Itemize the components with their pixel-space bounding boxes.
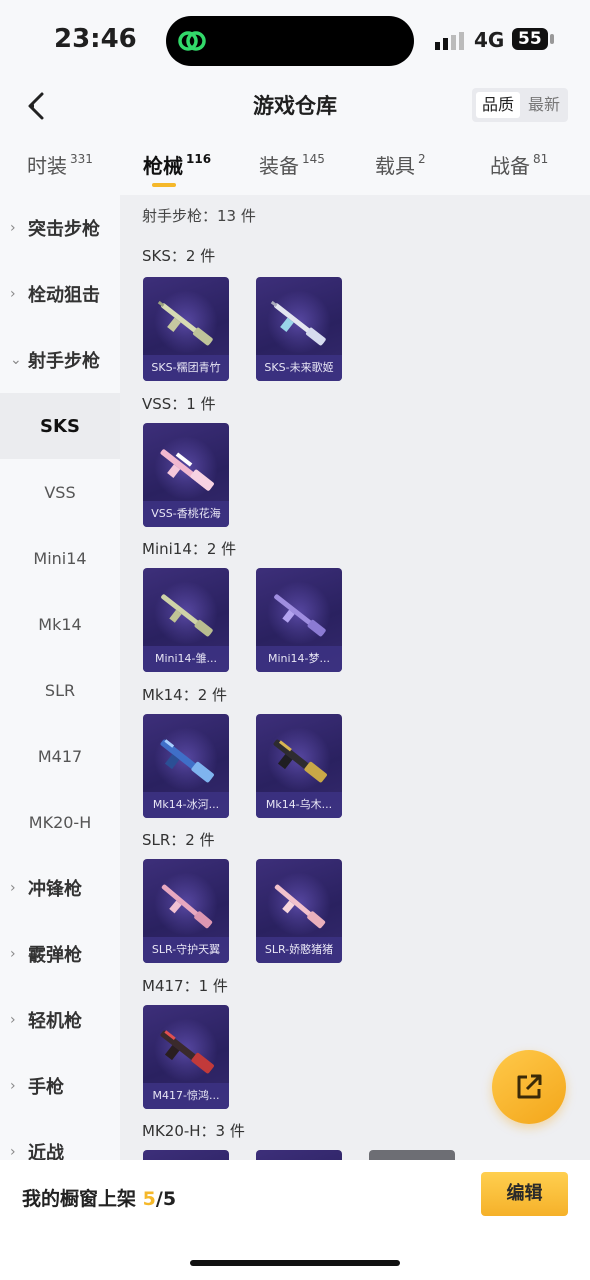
sidebar-item-label: 冲锋枪 xyxy=(28,879,82,900)
sidebar-item-label: 近战 xyxy=(28,1143,64,1160)
weapon-list: 射手步枪：13 件 SKS：2 件 SKS-糯团青竹 SKS-未来歌姬 VSS：… xyxy=(120,195,590,1160)
sidebar-item-sks[interactable]: SKS xyxy=(0,393,120,459)
group-title-mk14: Mk14：2 件 xyxy=(142,686,228,704)
rifle-icon xyxy=(274,594,326,637)
sidebar-item-label: 突击步枪 xyxy=(28,219,100,240)
rifle-icon xyxy=(160,1030,214,1074)
external-link-icon xyxy=(517,1074,542,1099)
rifle-icon xyxy=(273,739,327,783)
sidebar-item-mk20h[interactable]: MK20-H xyxy=(0,789,120,855)
weapon-card[interactable]: SLR-娇憨猪猪 xyxy=(256,859,342,963)
weapon-card[interactable]: SLR-守护天翼 xyxy=(143,859,229,963)
weapon-card[interactable]: M417-惊鸿... xyxy=(143,1005,229,1109)
weapon-card-label: SLR-娇憨猪猪 xyxy=(256,937,342,963)
sidebar-item-dmr[interactable]: ⌄ 射手步枪 xyxy=(0,327,120,393)
sidebar-item-m417[interactable]: M417 xyxy=(0,723,120,789)
sidebar-item-lmg[interactable]: › 轻机枪 xyxy=(0,987,120,1053)
category-tabs: 时装 331 枪械 116 装备 145 载具 2 战备 81 xyxy=(0,130,590,195)
chevron-right-icon: › xyxy=(10,1012,16,1028)
sidebar-item-shotgun[interactable]: › 霰弹枪 xyxy=(0,921,120,987)
active-tab-indicator xyxy=(152,183,176,187)
weapon-card-label: Mini14-雏... xyxy=(143,646,229,672)
nav-header: 游戏仓库 品质 最新 xyxy=(0,80,590,130)
chevron-right-icon: › xyxy=(10,1144,16,1160)
sidebar-item-pistol[interactable]: › 手枪 xyxy=(0,1053,120,1119)
app-logo-icon xyxy=(178,31,206,51)
rifle-icon xyxy=(160,739,214,783)
weapon-card[interactable] xyxy=(143,1150,229,1160)
weapon-card-label: M417-惊鸿... xyxy=(143,1083,229,1109)
tab-guns[interactable]: 枪械 116 xyxy=(143,150,211,179)
showcase-status: 我的橱窗上架 5/5 xyxy=(22,1188,177,1210)
sort-toggle: 品质 最新 xyxy=(472,88,568,122)
battery-tip xyxy=(550,34,554,44)
weapon-card[interactable]: SKS-糯团青竹 xyxy=(143,277,229,381)
tab-equipment[interactable]: 装备 145 xyxy=(259,150,325,179)
tab-supplies[interactable]: 战备 81 xyxy=(490,150,548,179)
weapon-card[interactable]: VSS-香桃花海 xyxy=(143,423,229,527)
group-title-mk20h: MK20-H：3 件 xyxy=(142,1122,245,1140)
weapon-card[interactable]: Mk14-冰河... xyxy=(143,714,229,818)
status-time: 23:46 xyxy=(54,24,137,54)
weapon-card[interactable] xyxy=(256,1150,342,1160)
weapon-card-label: SKS-未来歌姬 xyxy=(256,355,342,381)
group-title-sks: SKS：2 件 xyxy=(142,247,216,265)
edit-button[interactable]: 编辑 xyxy=(481,1172,568,1216)
rifle-icon xyxy=(160,449,214,491)
sidebar-item-label: 霰弹枪 xyxy=(28,945,82,966)
rifle-icon xyxy=(157,300,213,346)
group-title-slr: SLR：2 件 xyxy=(142,831,215,849)
weapon-card[interactable] xyxy=(369,1150,455,1160)
sidebar-item-vss[interactable]: VSS xyxy=(0,459,120,525)
weapon-card-label: SKS-糯团青竹 xyxy=(143,355,229,381)
signal-icon xyxy=(435,32,464,50)
chevron-down-icon: ⌄ xyxy=(10,352,22,368)
sort-latest-button[interactable]: 最新 xyxy=(522,88,566,122)
weapon-card[interactable]: Mk14-乌木... xyxy=(256,714,342,818)
weapon-category-sidebar: › 突击步枪 › 栓动狙击 ⌄ 射手步枪 SKS VSS Mini14 Mk14 SL… xyxy=(0,195,120,1160)
share-button[interactable] xyxy=(492,1050,566,1124)
sidebar-item-label: 射手步枪 xyxy=(28,351,100,372)
weapon-card-label: Mk14-乌木... xyxy=(256,792,342,818)
home-indicator xyxy=(190,1260,400,1266)
group-title-vss: VSS：1 件 xyxy=(142,395,216,413)
chevron-right-icon: › xyxy=(10,286,16,302)
weapon-card[interactable]: Mini14-雏... xyxy=(143,568,229,672)
sort-quality-button[interactable]: 品质 xyxy=(476,92,520,118)
tab-fashion[interactable]: 时装 331 xyxy=(27,150,93,179)
chevron-right-icon: › xyxy=(10,220,16,236)
sidebar-item-assault-rifle[interactable]: › 突击步枪 xyxy=(0,195,120,261)
rifle-icon xyxy=(270,300,326,346)
sidebar-item-label: 栓动狙击 xyxy=(28,285,100,306)
weapon-card[interactable]: SKS-未来歌姬 xyxy=(256,277,342,381)
sidebar-item-mini14[interactable]: Mini14 xyxy=(0,525,120,591)
rifle-icon xyxy=(161,884,213,929)
status-bar: 23:46 4G 55 xyxy=(0,0,590,80)
network-type: 4G xyxy=(474,28,505,52)
weapon-card-label: Mini14-梦... xyxy=(256,646,342,672)
category-count: 射手步枪：13 件 xyxy=(142,207,256,225)
sidebar-item-smg[interactable]: › 冲锋枪 xyxy=(0,855,120,921)
sidebar-item-label: 手枪 xyxy=(28,1077,64,1098)
rifle-icon xyxy=(161,594,213,637)
weapon-card-label: SLR-守护天翼 xyxy=(143,937,229,963)
tab-vehicles[interactable]: 载具 2 xyxy=(375,150,426,179)
chevron-right-icon: › xyxy=(10,946,16,962)
weapon-card[interactable]: Mini14-梦... xyxy=(256,568,342,672)
chevron-right-icon: › xyxy=(10,880,16,896)
weapon-card-label: Mk14-冰河... xyxy=(143,792,229,818)
sidebar-item-bolt-sniper[interactable]: › 栓动狙击 xyxy=(0,261,120,327)
weapon-card-label: VSS-香桃花海 xyxy=(143,501,229,527)
battery-indicator: 55 xyxy=(512,28,548,50)
group-title-mini14: Mini14：2 件 xyxy=(142,540,237,558)
group-title-m417: M417：1 件 xyxy=(142,977,228,995)
sidebar-item-label: 轻机枪 xyxy=(28,1011,82,1032)
sidebar-item-mk14[interactable]: Mk14 xyxy=(0,591,120,657)
chevron-right-icon: › xyxy=(10,1078,16,1094)
sidebar-item-melee[interactable]: › 近战 xyxy=(0,1119,120,1160)
sidebar-item-slr[interactable]: SLR xyxy=(0,657,120,723)
rifle-icon xyxy=(274,884,326,929)
